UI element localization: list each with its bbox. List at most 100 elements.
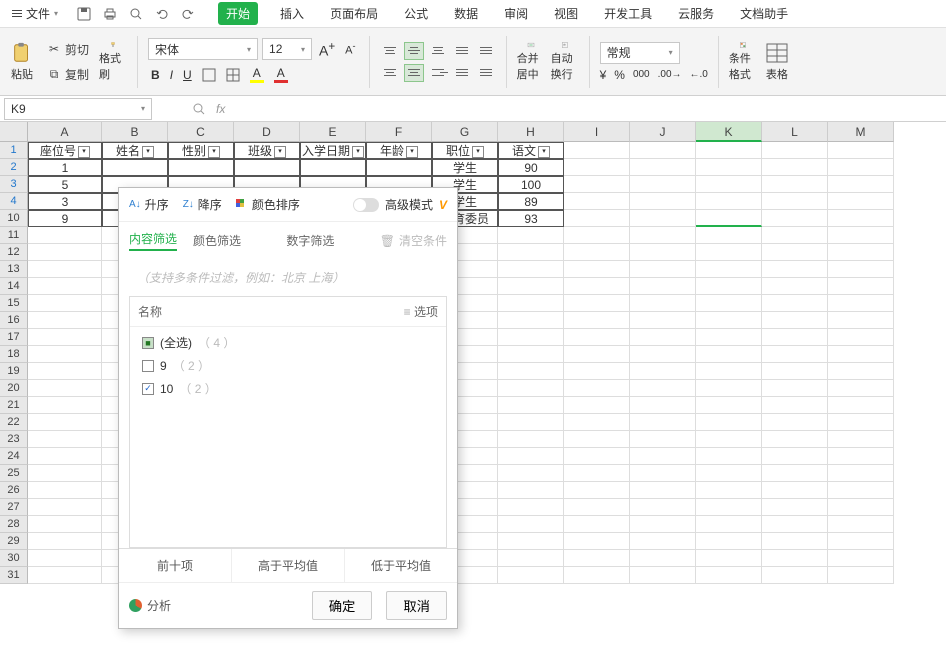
cell[interactable] <box>696 346 762 363</box>
column-header[interactable]: D <box>234 122 300 142</box>
clear-filter-button[interactable]: 🗑清空条件 <box>380 232 447 249</box>
search-icon[interactable] <box>192 102 206 116</box>
cell[interactable] <box>762 499 828 516</box>
row-header[interactable]: 19 <box>0 363 28 380</box>
cell[interactable] <box>498 278 564 295</box>
currency-icon[interactable]: ¥ <box>600 68 607 82</box>
row-header[interactable]: 17 <box>0 329 28 346</box>
sort-desc-button[interactable]: Z↓降序 <box>183 196 222 213</box>
file-menu[interactable]: 文件 ▾ <box>6 3 64 24</box>
cell[interactable] <box>696 329 762 346</box>
align-middle-icon[interactable] <box>404 42 424 60</box>
cell[interactable] <box>762 380 828 397</box>
row-header[interactable]: 29 <box>0 533 28 550</box>
row-header[interactable]: 23 <box>0 431 28 448</box>
filter-dropdown-icon[interactable]: ▾ <box>472 146 484 158</box>
cell[interactable] <box>762 278 828 295</box>
formula-input[interactable] <box>225 98 946 120</box>
cell[interactable] <box>828 567 894 584</box>
increase-indent-icon[interactable] <box>452 42 472 60</box>
cell[interactable] <box>564 567 630 584</box>
cell[interactable] <box>630 465 696 482</box>
filter-dropdown-icon[interactable]: ▾ <box>538 146 550 158</box>
tab-data[interactable]: 数据 <box>450 2 482 25</box>
cell[interactable] <box>564 244 630 261</box>
cell[interactable] <box>498 431 564 448</box>
cell[interactable] <box>168 159 234 176</box>
cell[interactable] <box>630 142 696 159</box>
below-avg-button[interactable]: 低于平均值 <box>345 549 457 582</box>
column-header[interactable]: J <box>630 122 696 142</box>
row-header[interactable]: 24 <box>0 448 28 465</box>
cell[interactable] <box>828 482 894 499</box>
cell[interactable] <box>762 448 828 465</box>
cell[interactable] <box>696 363 762 380</box>
paste-button[interactable]: 粘贴 <box>8 42 36 82</box>
filter-tab-content[interactable]: 内容筛选 <box>129 230 177 251</box>
cell[interactable] <box>564 227 630 244</box>
cell[interactable] <box>828 448 894 465</box>
cell[interactable] <box>498 448 564 465</box>
tab-formula[interactable]: 公式 <box>400 2 432 25</box>
filter-dropdown-icon[interactable]: ▾ <box>142 146 154 158</box>
cell[interactable] <box>498 414 564 431</box>
cell[interactable] <box>564 278 630 295</box>
cell[interactable] <box>28 465 102 482</box>
cancel-button[interactable]: 取消 <box>386 591 447 620</box>
print-preview-icon[interactable] <box>128 6 144 22</box>
cell[interactable] <box>564 142 630 159</box>
cell[interactable] <box>630 210 696 227</box>
cell[interactable] <box>564 210 630 227</box>
cell[interactable] <box>564 363 630 380</box>
cell[interactable] <box>696 550 762 567</box>
cell[interactable] <box>762 159 828 176</box>
cell[interactable] <box>828 346 894 363</box>
filter-tab-number[interactable]: 数字筛选 <box>286 232 334 249</box>
cell[interactable] <box>498 533 564 550</box>
tab-helper[interactable]: 文档助手 <box>736 2 792 25</box>
cell[interactable] <box>498 516 564 533</box>
cell[interactable] <box>498 567 564 584</box>
cell[interactable] <box>28 567 102 584</box>
cell[interactable] <box>28 244 102 261</box>
copy-button[interactable]: ⧉复制 <box>42 64 93 85</box>
column-header[interactable]: H <box>498 122 564 142</box>
cell[interactable] <box>28 278 102 295</box>
cell[interactable] <box>564 533 630 550</box>
cell[interactable] <box>696 159 762 176</box>
cell[interactable] <box>366 159 432 176</box>
cell[interactable] <box>564 499 630 516</box>
cell[interactable]: 3 <box>28 193 102 210</box>
cell[interactable] <box>630 482 696 499</box>
cell[interactable] <box>828 244 894 261</box>
cell[interactable] <box>630 516 696 533</box>
cell[interactable] <box>498 380 564 397</box>
italic-button[interactable]: I <box>167 66 176 84</box>
cell[interactable] <box>28 312 102 329</box>
filter-dropdown-icon[interactable]: ▾ <box>208 146 220 158</box>
cell[interactable] <box>630 533 696 550</box>
cell[interactable] <box>696 448 762 465</box>
row-header[interactable]: 2 <box>0 159 28 176</box>
select-all-corner[interactable] <box>0 122 28 142</box>
filter-dropdown-icon[interactable]: ▾ <box>406 146 418 158</box>
column-header[interactable]: A <box>28 122 102 142</box>
cell[interactable] <box>28 550 102 567</box>
cell[interactable] <box>564 193 630 210</box>
cell[interactable] <box>630 499 696 516</box>
cell[interactable] <box>696 278 762 295</box>
cell[interactable] <box>564 312 630 329</box>
cell[interactable] <box>828 516 894 533</box>
cell[interactable] <box>630 244 696 261</box>
cell[interactable] <box>630 295 696 312</box>
cell[interactable] <box>762 550 828 567</box>
row-header[interactable]: 15 <box>0 295 28 312</box>
font-color-button[interactable]: A <box>271 64 291 85</box>
conditional-format-button[interactable]: 条件格式 <box>729 42 757 82</box>
cell[interactable] <box>498 346 564 363</box>
justify-icon[interactable] <box>452 64 472 82</box>
row-header[interactable]: 1 <box>0 142 28 159</box>
cell[interactable] <box>828 550 894 567</box>
cell[interactable] <box>828 193 894 210</box>
format-painter-button[interactable]: 格式刷 <box>99 42 127 82</box>
